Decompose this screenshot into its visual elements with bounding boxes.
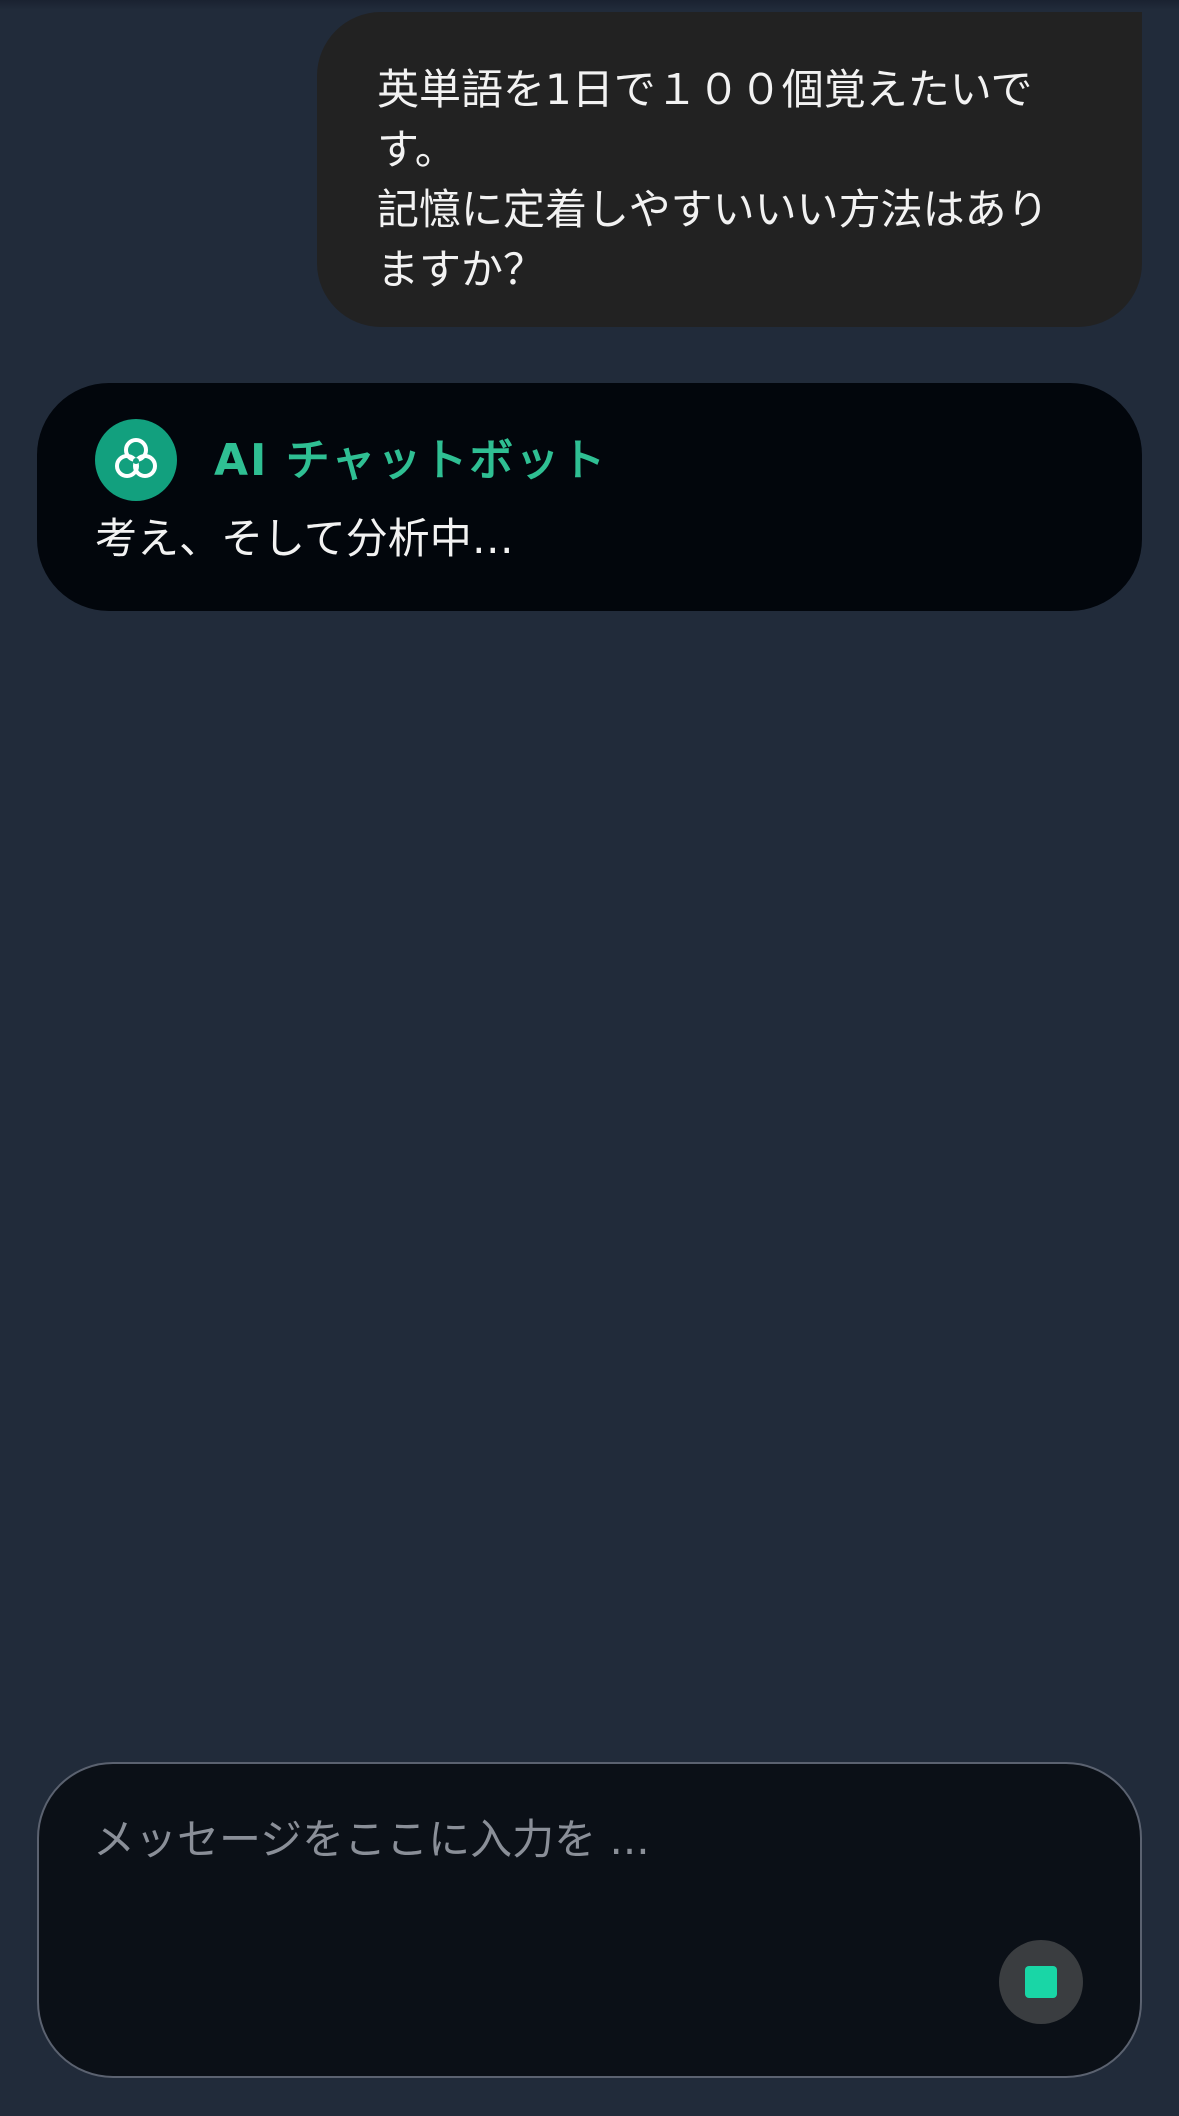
message-composer xyxy=(37,1762,1142,2078)
bot-status-text: 考え、そして分析中… xyxy=(95,514,514,563)
stop-square-icon xyxy=(1025,1966,1057,1998)
bot-avatar xyxy=(95,419,177,501)
stop-generation-button[interactable] xyxy=(999,1940,1083,2024)
message-input[interactable] xyxy=(91,1798,995,1880)
knot-logo-icon xyxy=(115,438,157,478)
bot-name: AI チャットボット xyxy=(214,435,608,486)
top-edge-shadow xyxy=(0,0,1179,10)
bot-message-bubble: AI チャットボット 考え、そして分析中… xyxy=(37,383,1142,611)
user-message-bubble: 英単語を1日で１００個覚えたいで す。 記憶に定着しやすいいい方法はあり ますか… xyxy=(317,12,1142,327)
